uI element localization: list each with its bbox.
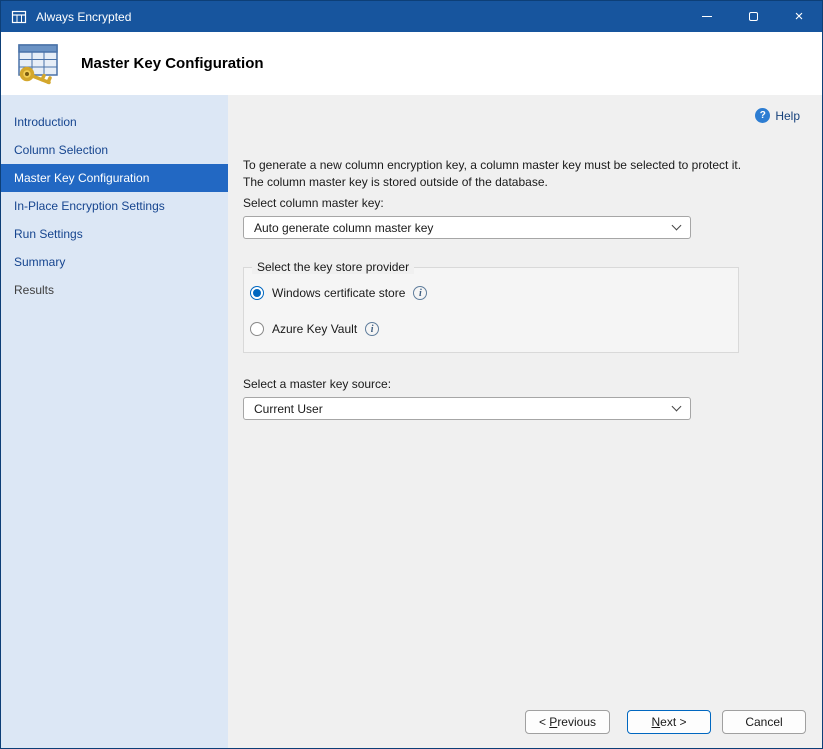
always-encrypted-window: Always Encrypted × Master Key Configurat…	[0, 0, 823, 749]
window-controls: ×	[684, 1, 822, 32]
windows-certificate-store-label: Windows certificate store	[272, 286, 405, 300]
sidebar-item-run-settings[interactable]: Run Settings	[1, 220, 228, 248]
azure-key-vault-option[interactable]: Azure Key Vault i	[250, 322, 724, 336]
app-icon	[11, 9, 27, 25]
master-key-icon	[15, 42, 63, 86]
maximize-icon	[749, 12, 758, 21]
radio-dot	[253, 289, 261, 297]
chevron-down-icon	[672, 221, 682, 231]
wizard-steps-sidebar: Introduction Column Selection Master Key…	[1, 95, 228, 748]
help-label: Help	[775, 109, 800, 123]
wizard-body: Introduction Column Selection Master Key…	[1, 95, 822, 748]
wizard-header: Master Key Configuration	[1, 32, 822, 95]
windows-certificate-store-option[interactable]: Windows certificate store i	[250, 286, 724, 300]
window-title: Always Encrypted	[36, 10, 131, 24]
page-title: Master Key Configuration	[81, 55, 264, 72]
azure-key-vault-radio[interactable]	[250, 322, 264, 336]
key-store-provider-legend: Select the key store provider	[252, 260, 414, 274]
windows-certificate-store-radio[interactable]	[250, 286, 264, 300]
maximize-button[interactable]	[730, 1, 776, 32]
column-master-key-label: Select column master key:	[243, 196, 806, 210]
intro-text: To generate a new column encryption key,…	[243, 157, 745, 191]
column-master-key-dropdown[interactable]: Auto generate column master key	[243, 216, 691, 239]
chevron-down-icon	[672, 402, 682, 412]
footer-buttons: < Previous Next > Cancel	[243, 710, 806, 734]
column-master-key-value: Auto generate column master key	[254, 221, 433, 235]
cancel-button[interactable]: Cancel	[722, 710, 806, 734]
next-button[interactable]: Next >	[627, 710, 711, 734]
sidebar-item-column-selection[interactable]: Column Selection	[1, 136, 228, 164]
azure-key-vault-label: Azure Key Vault	[272, 322, 357, 336]
master-key-source-label: Select a master key source:	[243, 377, 806, 391]
previous-button[interactable]: < Previous	[525, 710, 610, 734]
titlebar: Always Encrypted ×	[1, 1, 822, 32]
close-icon: ×	[795, 9, 804, 24]
help-link[interactable]: ? Help	[755, 108, 800, 123]
main-content: ? Help To generate a new column encrypti…	[228, 95, 822, 748]
master-key-source-dropdown[interactable]: Current User	[243, 397, 691, 420]
info-icon[interactable]: i	[365, 322, 379, 336]
sidebar-item-summary[interactable]: Summary	[1, 248, 228, 276]
minimize-button[interactable]	[684, 1, 730, 32]
sidebar-item-in-place-encryption-settings[interactable]: In-Place Encryption Settings	[1, 192, 228, 220]
help-icon: ?	[755, 108, 770, 123]
info-icon[interactable]: i	[413, 286, 427, 300]
key-store-provider-group: Select the key store provider Windows ce…	[243, 267, 739, 353]
minimize-icon	[702, 16, 712, 17]
master-key-source-value: Current User	[254, 402, 323, 416]
sidebar-item-master-key-configuration[interactable]: Master Key Configuration	[1, 164, 228, 192]
close-button[interactable]: ×	[776, 1, 822, 32]
sidebar-item-introduction[interactable]: Introduction	[1, 108, 228, 136]
sidebar-item-results: Results	[1, 276, 228, 304]
